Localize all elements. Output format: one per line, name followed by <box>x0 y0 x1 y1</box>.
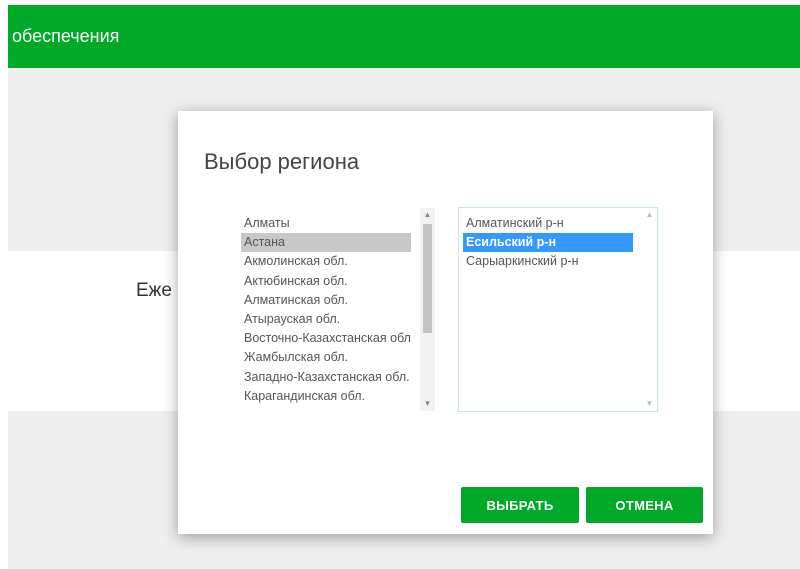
district-list: Алматинский р-н Есильский р-н Сарыаркински… <box>459 208 633 272</box>
scroll-up-icon[interactable]: ▲ <box>420 208 435 222</box>
select-button[interactable]: ВЫБРАТЬ <box>461 487 579 523</box>
scroll-down-icon[interactable]: ▼ <box>420 397 435 411</box>
scroll-up-icon[interactable]: ▲ <box>642 208 657 222</box>
region-list: Алматы Астана Акмолинская обл. Актюбинская … <box>237 208 411 406</box>
district-option[interactable]: Сарыаркинский р-н <box>463 252 633 271</box>
region-listbox[interactable]: Алматы Астана Акмолинская обл. Актюбинская … <box>236 207 436 412</box>
region-option[interactable]: Актюбинская обл. <box>241 272 411 291</box>
dialog-title: Выбор региона <box>204 149 360 174</box>
region-option[interactable]: Карагандинская обл. <box>241 387 411 406</box>
district-option[interactable]: Алматинский р-н <box>463 214 633 233</box>
region-option[interactable]: Западно-Казахстанская обл. <box>241 368 411 387</box>
region-option[interactable]: Восточно-Казахстанская обл. <box>241 329 411 348</box>
scroll-down-icon[interactable]: ▼ <box>642 397 657 411</box>
region-option[interactable]: Жамбылская обл. <box>241 348 411 367</box>
background-heading: Еже <box>136 280 172 301</box>
scroll-thumb[interactable] <box>423 224 432 333</box>
region-option[interactable]: Акмолинская обл. <box>241 252 411 271</box>
app-header: обеспечения <box>8 5 800 68</box>
region-option[interactable]: Астана <box>241 233 411 253</box>
region-list-scrollbar[interactable]: ▲ ▼ <box>420 208 435 411</box>
region-option[interactable]: Алматы <box>241 214 411 233</box>
district-list-scrollbar[interactable]: ▲ ▼ <box>642 208 657 411</box>
region-option[interactable]: Атырауская обл. <box>241 310 411 329</box>
region-select-dialog: Выбор региона Алматы Астана Акмолинская об… <box>178 111 713 534</box>
cancel-button[interactable]: ОТМЕНА <box>586 487 703 523</box>
district-option[interactable]: Есильский р-н <box>463 233 633 253</box>
header-title: обеспечения <box>12 26 120 46</box>
district-listbox[interactable]: Алматинский р-н Есильский р-н Сарыаркински… <box>458 207 658 412</box>
region-option[interactable]: Алматинская обл. <box>241 291 411 310</box>
